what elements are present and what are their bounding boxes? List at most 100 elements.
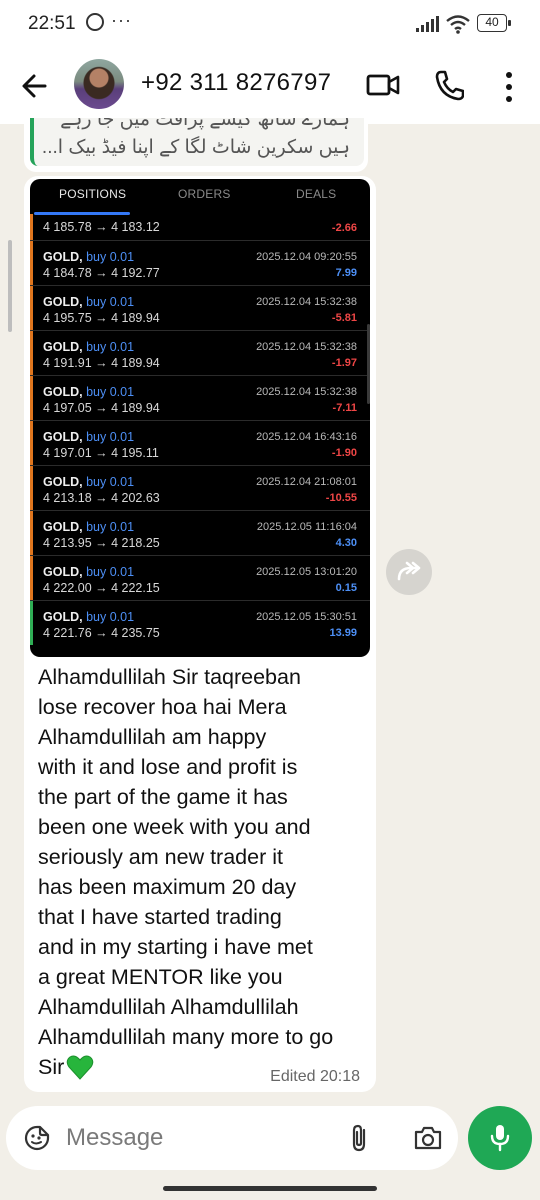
deal-profit: 13.99 [329, 627, 357, 639]
deal-prices: 4 222.00 → 4 222.15 [43, 581, 160, 595]
quoted-message[interactable]: ہمارے ساتھ کیسے پرافٹ میں جا رہے ہیں سکر… [30, 118, 364, 166]
gesture-nav-bar[interactable] [163, 1186, 377, 1191]
deal-profit: -2.66 [331, 222, 357, 234]
trade-history-screenshot[interactable]: POSITIONS ORDERS DEALS 4 185.78 → 4 183.… [30, 179, 370, 657]
deal-marker [30, 421, 33, 465]
quoted-text-line: ہیں سکرین شاٹ لگا کے اپنا فیڈ بیک ا... [41, 137, 350, 158]
message-line: Alhamdullilah am happy [38, 725, 267, 749]
message-line: lose recover hoa hai Mera [38, 695, 287, 719]
deal-datetime: 2025.12.04 09:20:55 [256, 251, 357, 263]
more-notifications-icon: ··· [111, 10, 132, 30]
deal-marker [30, 601, 33, 645]
quoted-message-bubble[interactable]: ہمارے ساتھ کیسے پرافٹ میں جا رہے ہیں سکر… [24, 118, 368, 172]
deal-profit: -5.81 [331, 312, 357, 324]
deal-datetime: 2025.12.04 15:32:38 [256, 341, 357, 353]
status-bar: 22:51 ··· 40 [0, 0, 540, 48]
deal-symbol: GOLD, buy 0.01 [43, 340, 135, 354]
message-text: Alhamdullilah Sir taqreeban lose recover… [38, 662, 368, 1082]
whatsapp-notification-icon [86, 13, 104, 31]
deal-marker [30, 466, 33, 510]
deal-prices: 4 184.78 → 4 192.77 [43, 266, 160, 280]
video-call-icon[interactable] [366, 71, 400, 99]
deal-profit: -1.90 [331, 447, 357, 459]
message-line: Alhamdullilah Sir taqreeban [38, 665, 301, 689]
trade-tabs: POSITIONS ORDERS DEALS [30, 179, 370, 209]
emoji-icon[interactable] [24, 1125, 50, 1151]
message-line: Alhamdullilah Alhamdullilah [38, 995, 299, 1019]
deal-symbol: GOLD, buy 0.01 [43, 565, 135, 579]
deal-marker [30, 241, 33, 285]
deal-row: 4 185.78 → 4 183.12 -2.66 [30, 214, 370, 241]
message-line: a great MENTOR like you [38, 965, 283, 989]
wifi-icon [446, 15, 470, 34]
green-heart-icon [67, 1055, 94, 1080]
deal-marker [30, 511, 33, 555]
deal-profit: 7.99 [335, 267, 357, 279]
deal-symbol: GOLD, buy 0.01 [43, 430, 135, 444]
deal-profit: -10.55 [325, 492, 357, 504]
deal-datetime: 2025.12.04 15:32:38 [256, 386, 357, 398]
deal-symbol: GOLD, buy 0.01 [43, 385, 135, 399]
phone-icon[interactable] [434, 69, 464, 101]
deal-datetime: 2025.12.05 11:16:04 [256, 521, 357, 533]
message-bubble[interactable]: POSITIONS ORDERS DEALS 4 185.78 → 4 183.… [24, 176, 376, 1092]
deal-marker [30, 376, 33, 420]
forward-icon [397, 561, 421, 581]
message-line: with it and lose and profit is [38, 755, 298, 779]
message-input[interactable]: Message [66, 1120, 336, 1156]
battery-indicator: 40 [477, 14, 511, 32]
status-time: 22:51 [28, 13, 76, 34]
screenshot-scrollbar [367, 324, 370, 404]
signal-icon [416, 16, 440, 32]
deal-datetime: 2025.12.05 15:30:51 [256, 611, 357, 623]
deal-row: GOLD, buy 0.01 4 184.78 → 4 192.77 2025.… [30, 241, 370, 286]
deal-marker [30, 214, 33, 240]
deal-symbol: GOLD, buy 0.01 [43, 295, 135, 309]
deal-profit: -7.11 [332, 402, 357, 414]
scroll-indicator [8, 240, 12, 332]
tab-positions: POSITIONS [59, 187, 127, 201]
deal-prices: 4 185.78 → 4 183.12 [43, 220, 160, 234]
deal-prices: 4 213.18 → 4 202.63 [43, 491, 160, 505]
message-line: been one week with you and [38, 815, 311, 839]
deal-datetime: 2025.12.04 21:08:01 [256, 476, 357, 488]
voice-record-button[interactable] [468, 1106, 532, 1170]
deal-row: GOLD, buy 0.01 4 213.18 → 4 202.63 2025.… [30, 466, 370, 511]
deal-prices: 4 191.91 → 4 189.94 [43, 356, 160, 370]
message-line: the part of the game it has [38, 785, 288, 809]
message-line: Alhamdullilah many more to go [38, 1025, 334, 1049]
deal-row: GOLD, buy 0.01 4 197.05 → 4 189.94 2025.… [30, 376, 370, 421]
deal-profit: 0.15 [335, 582, 357, 594]
deal-row: GOLD, buy 0.01 4 222.00 → 4 222.15 2025.… [30, 556, 370, 601]
deal-datetime: 2025.12.05 13:01:20 [256, 566, 357, 578]
message-line: that I have started trading [38, 905, 282, 929]
back-arrow-icon[interactable] [18, 66, 52, 106]
deal-row: GOLD, buy 0.01 4 197.01 → 4 195.11 2025.… [30, 421, 370, 466]
attach-icon[interactable] [349, 1123, 371, 1153]
camera-icon[interactable] [413, 1125, 443, 1151]
message-composer: Message [6, 1106, 458, 1170]
deal-marker [30, 286, 33, 330]
quoted-text-line: ہمارے ساتھ کیسے پرافٹ میں جا رہے [60, 118, 350, 130]
deal-row: GOLD, buy 0.01 4 213.95 → 4 218.25 2025.… [30, 511, 370, 556]
message-timestamp: Edited 20:18 [270, 1068, 360, 1085]
forward-button[interactable] [386, 549, 432, 595]
more-vert-icon[interactable] [499, 70, 519, 104]
deal-symbol: GOLD, buy 0.01 [43, 520, 135, 534]
contact-name[interactable]: +92 311 8276797 [141, 69, 331, 97]
deal-prices: 4 197.05 → 4 189.94 [43, 401, 160, 415]
avatar[interactable] [74, 59, 124, 109]
deal-symbol: GOLD, buy 0.01 [43, 610, 135, 624]
deal-marker [30, 556, 33, 600]
tab-orders: ORDERS [178, 187, 231, 201]
deal-prices: 4 197.01 → 4 195.11 [43, 446, 159, 460]
mic-icon [490, 1125, 510, 1152]
message-line: seriously am new trader it [38, 845, 283, 869]
deal-symbol: GOLD, buy 0.01 [43, 475, 135, 489]
deal-marker [30, 331, 33, 375]
tab-deals: DEALS [296, 187, 337, 201]
deal-row: GOLD, buy 0.01 4 191.91 → 4 189.94 2025.… [30, 331, 370, 376]
chat-header: +92 311 8276797 [0, 48, 540, 124]
deal-row: GOLD, buy 0.01 4 195.75 → 4 189.94 2025.… [30, 286, 370, 331]
deal-profit: -1.97 [331, 357, 357, 369]
